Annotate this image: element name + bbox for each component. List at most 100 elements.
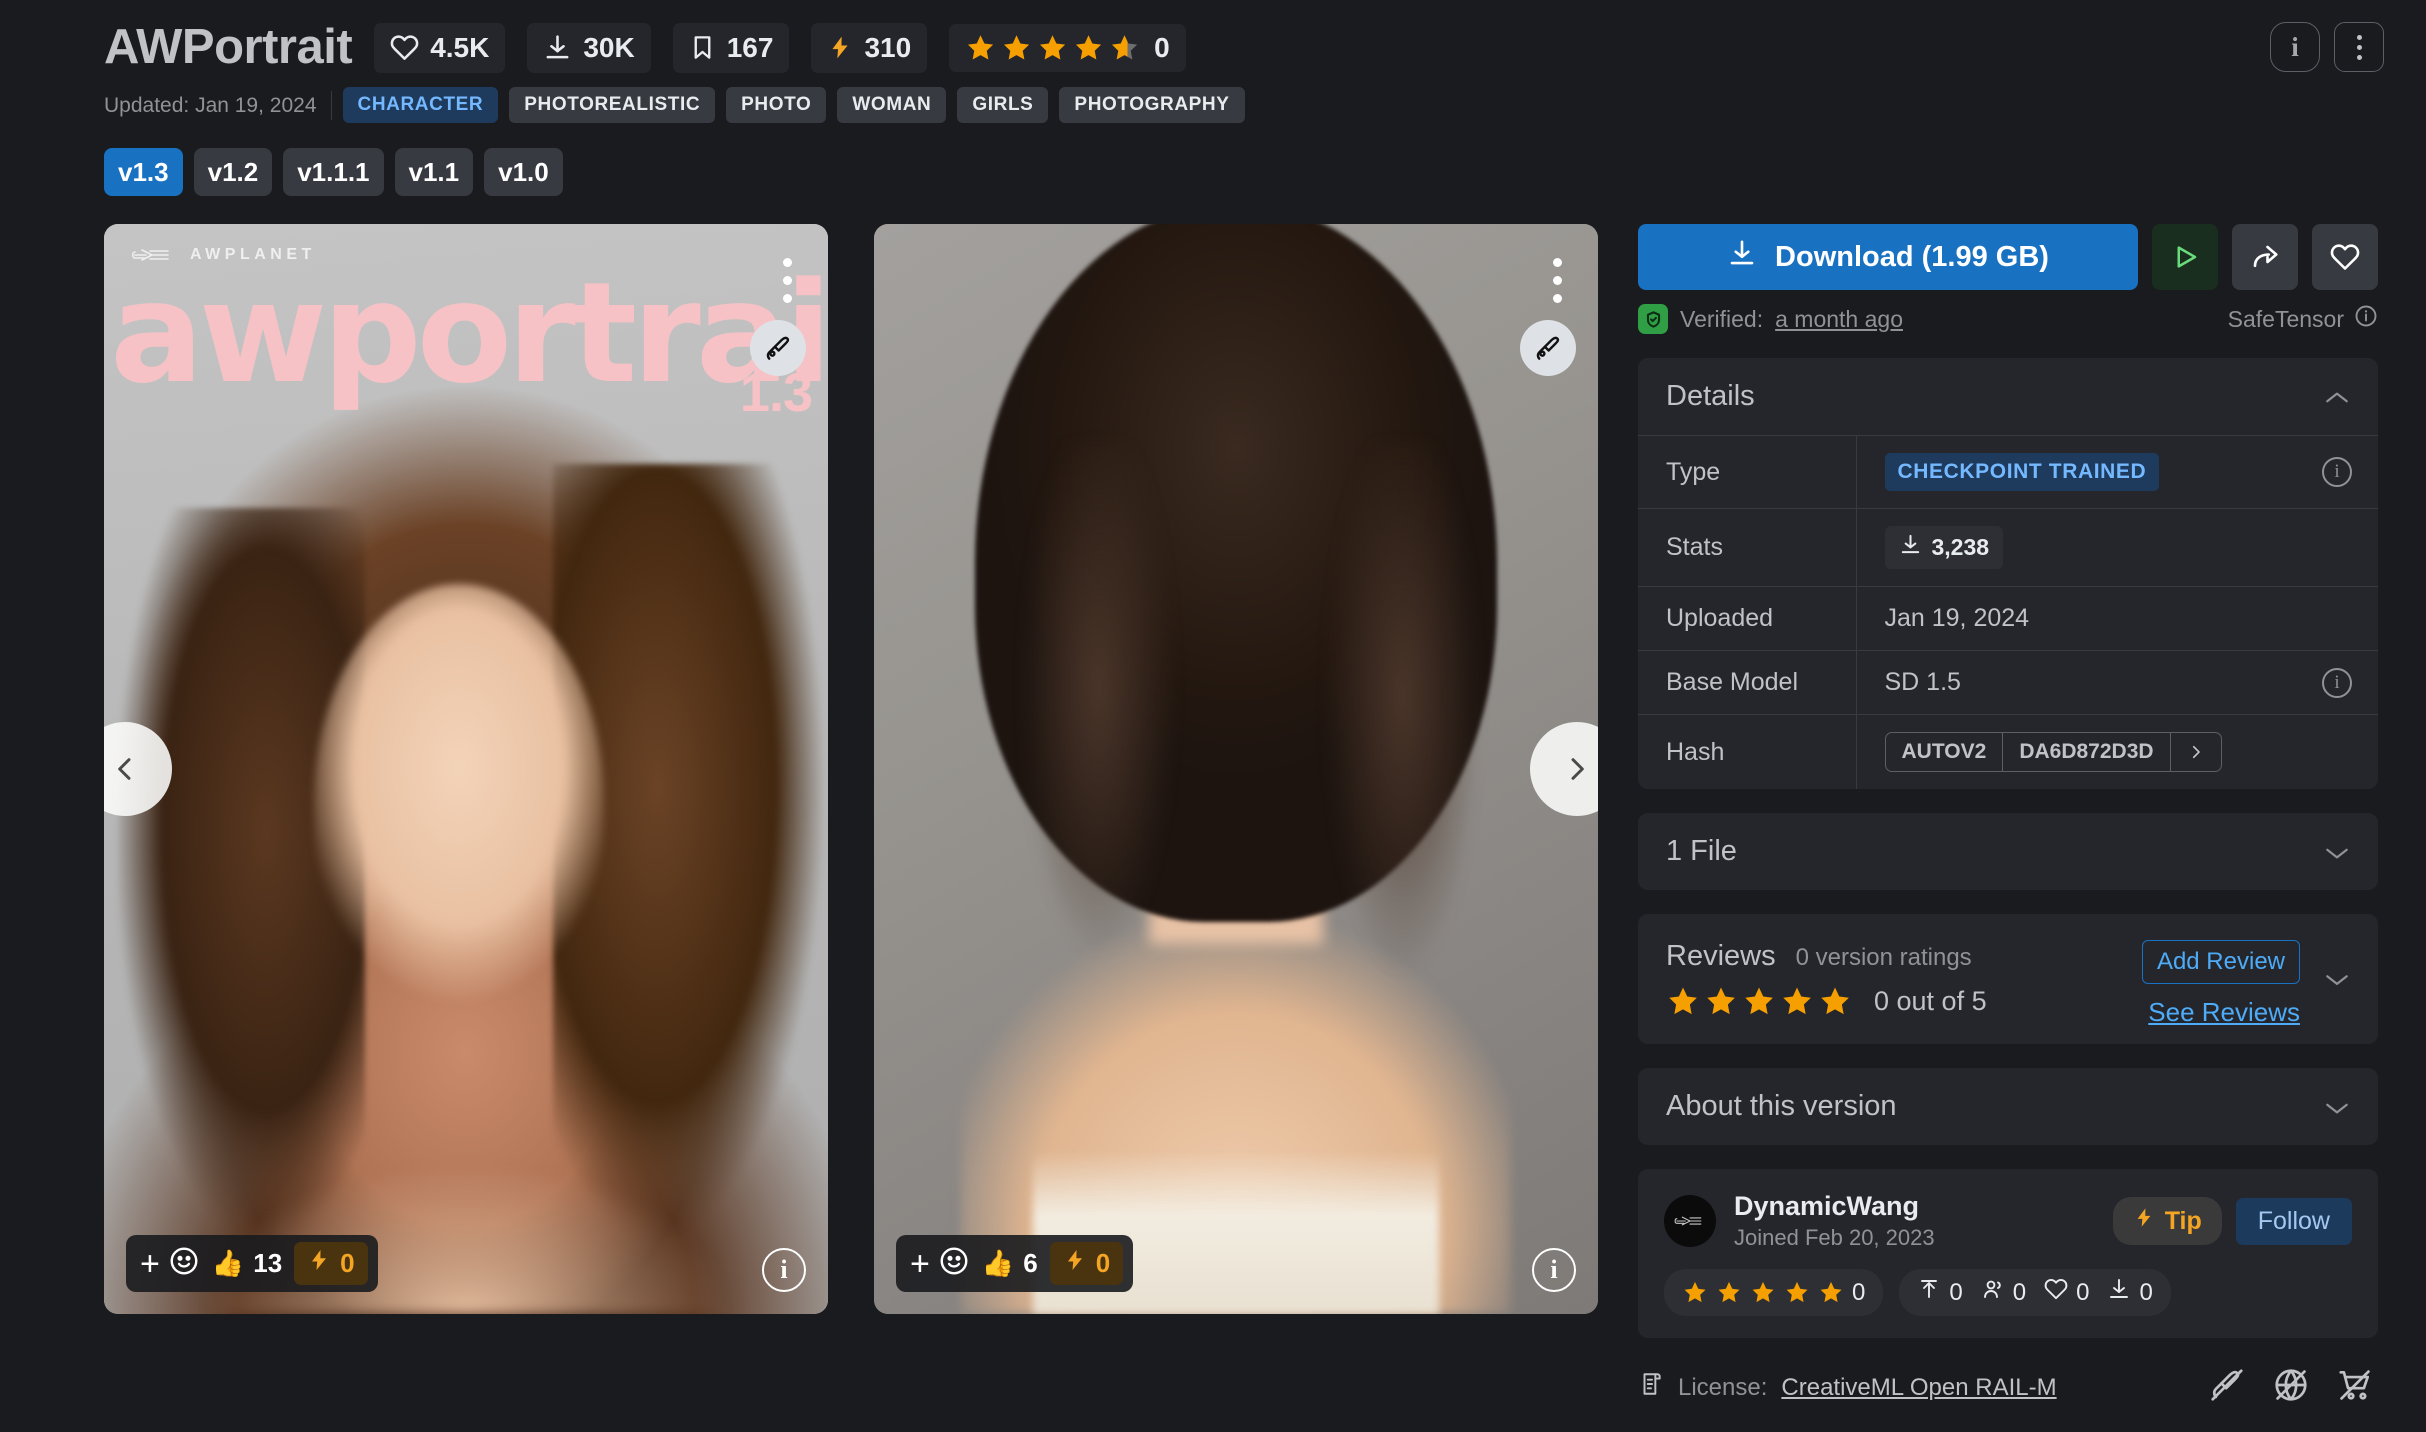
image-options-icon[interactable] [1553,258,1562,304]
hash-group[interactable]: AUTOV2 DA6D872D3D [1884,732,2222,773]
chevron-down-icon[interactable] [2324,964,2350,995]
creator-likes-count: 0 [2076,1278,2090,1306]
bookmarks-count: 167 [726,31,774,63]
version-tab-v1-1[interactable]: v1.1 [394,148,474,197]
updated-label: Updated: Jan 19, 2024 [104,90,332,121]
info-icon[interactable]: i [2270,22,2320,72]
download-row: Download (1.99 GB) [1638,224,2378,291]
rating-chip[interactable]: 0 [949,23,1186,72]
cover-wordmark: awportrait [110,252,828,415]
license-row: License: CreativeML Open RAIL-M [1638,1366,2378,1409]
license-link[interactable]: CreativeML Open RAIL-M [1781,1374,2056,1402]
no-credit-icon[interactable] [2208,1366,2246,1409]
chevron-up-icon [2324,384,2350,410]
version-tab-v1-2[interactable]: v1.2 [193,148,273,197]
favorite-button[interactable] [2312,224,2378,291]
vertical-dots-icon [2356,34,2362,60]
creator-actions: Tip Follow [2112,1197,2352,1246]
thumbs-up-reaction-2[interactable]: 👍 6 [974,1245,1046,1282]
buzz-reaction-1[interactable]: 0 [294,1242,368,1286]
bookmarks-chip[interactable]: 167 [672,22,790,73]
bolt-icon [307,1247,331,1280]
share-button[interactable] [2232,224,2298,291]
info-icon[interactable]: i [2322,457,2352,488]
run-model-button[interactable] [2152,224,2218,291]
buzz-chip[interactable]: 310 [811,22,928,73]
no-derivatives-network-icon[interactable] [2272,1366,2310,1409]
about-version-panel[interactable]: About this version [1638,1068,2378,1146]
info-icon[interactable]: i [2322,667,2352,698]
reviews-score-text: 0 out of 5 [1874,986,1987,1017]
star-icon [1037,33,1068,63]
version-downloads-count: 3,238 [1931,534,1990,561]
follow-button[interactable]: Follow [2235,1197,2352,1245]
reviews-panel: Reviews 0 version ratings 0 out of 5 Add… [1638,914,2378,1045]
gallery-image-2[interactable]: + 👍 6 0 i [874,224,1598,1315]
about-version-header[interactable]: About this version [1638,1068,2378,1145]
emoji-icon[interactable] [938,1245,970,1282]
details-value-type: CHECKPOINT TRAINED i [1856,435,2378,509]
star-icon [1684,1282,1706,1303]
likes-chip[interactable]: 4.5K [374,22,506,73]
details-row-base-model: Base Model SD 1.5 i [1638,650,2378,715]
tag-photography[interactable]: PHOTOGRAPHY [1059,87,1245,124]
hash-value: DA6D872D3D [2002,733,2169,772]
download-icon [543,33,572,62]
gallery-image-1[interactable]: AWPLANET awportrait 1.3 + 👍 13 0 i [104,224,828,1315]
gallery-caption: AWPortrait1.3 [0,1409,2426,1432]
meta-row: Updated: Jan 19, 2024 CHARACTER PHOTOREA… [104,87,2384,124]
license-document-icon [1638,1370,1664,1405]
rating-count: 0 [1154,31,1170,63]
download-button[interactable]: Download (1.99 GB) [1638,224,2138,291]
model-detail-page: AWPortrait 4.5K 30K 167 310 0 Updated: J… [0,0,2426,1432]
creator-stats: 0 0 0 0 0 [1664,1269,2352,1317]
tag-photorealistic[interactable]: PHOTOREALISTIC [509,87,716,124]
model-sidebar: Download (1.99 GB) Verified: a month ago… [1638,224,2378,1409]
reviews-subtitle: 0 version ratings [1795,944,1972,972]
tip-button[interactable]: Tip [2112,1197,2222,1246]
bolt-icon [2133,1205,2155,1237]
info-icon[interactable] [2354,304,2378,334]
version-tab-v1-0[interactable]: v1.0 [484,148,563,197]
add-review-button[interactable]: Add Review [2141,940,2300,985]
creator-downloads: 0 [2107,1277,2153,1308]
tag-girls[interactable]: GIRLS [957,87,1049,124]
details-panel-header[interactable]: Details [1638,358,2378,435]
tag-character[interactable]: CHARACTER [342,87,499,124]
tag-woman[interactable]: WOMAN [837,87,947,124]
version-tab-v1-3[interactable]: v1.3 [104,148,183,197]
details-key-stats: Stats [1638,508,1857,587]
more-options-icon[interactable] [2334,22,2384,72]
no-selling-icon[interactable] [2336,1366,2374,1409]
chevron-down-icon [2324,1094,2350,1120]
download-icon [2107,1277,2131,1308]
image-reactions-bar-1: + 👍 13 0 [126,1235,378,1293]
add-reaction-icon[interactable]: + [906,1247,934,1281]
details-key-type: Type [1638,435,1857,509]
buzz-reaction-2[interactable]: 0 [1049,1242,1124,1286]
version-tab-v1-1-1[interactable]: v1.1.1 [283,148,384,197]
download-icon [1727,238,1757,276]
tag-photo[interactable]: PHOTO [726,87,827,124]
upload-icon [1917,1277,1941,1308]
emoji-icon[interactable] [168,1245,200,1282]
image-reactions-bar-2: + 👍 6 0 [896,1235,1134,1293]
files-panel[interactable]: 1 File [1638,813,2378,891]
star-icon [1783,987,1811,1015]
image-options-icon[interactable] [783,258,792,304]
star-icon [1821,987,1849,1015]
add-reaction-icon[interactable]: + [136,1247,164,1281]
page-body: AWPLANET awportrait 1.3 + 👍 13 0 i + 👍 6… [0,196,2426,1409]
chevron-right-icon[interactable] [2169,733,2221,772]
safetensor-status: SafeTensor [2228,304,2378,334]
files-panel-header[interactable]: 1 File [1638,813,2378,890]
creator-name[interactable]: DynamicWang [1734,1191,1935,1222]
downloads-chip[interactable]: 30K [527,22,651,73]
see-reviews-link[interactable]: See Reviews [2142,997,2300,1028]
thumbs-up-reaction-1[interactable]: 👍 13 [204,1245,290,1282]
version-downloads-chip[interactable]: 3,238 [1884,526,2004,570]
avatar[interactable] [1664,1195,1716,1248]
download-button-label: Download (1.99 GB) [1775,240,2049,273]
reviews-stars[interactable] [1666,985,1852,1018]
verified-time-link[interactable]: a month ago [1775,306,1903,333]
